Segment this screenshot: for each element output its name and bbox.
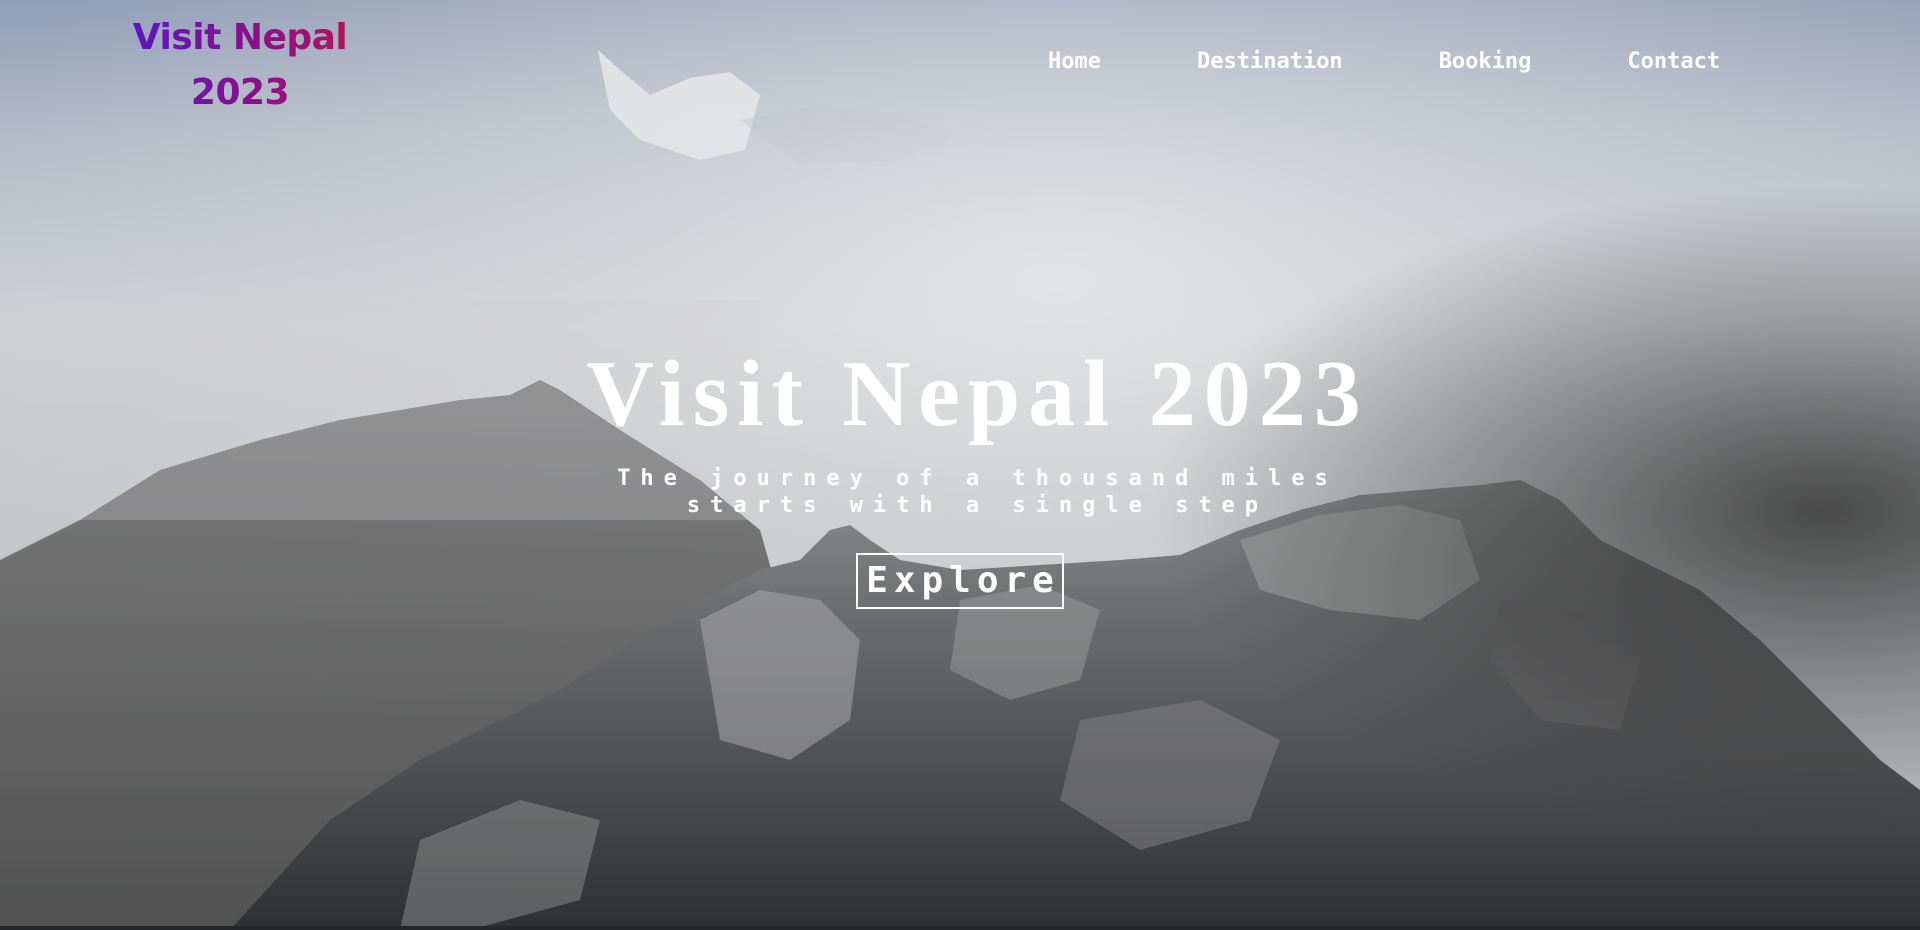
- hero-subtitle-line-1: The journey of a thousand miles: [617, 466, 1338, 491]
- brand-name: Visit Nepal: [132, 17, 348, 58]
- hero-title: Visit Nepal 2023: [586, 342, 1369, 446]
- page-bottom-edge: [0, 926, 1920, 930]
- brand-year: 2023: [190, 72, 290, 113]
- hero-subtitle: The journey of a thousand miles starts w…: [0, 465, 1920, 519]
- nav-booking[interactable]: Booking: [1439, 46, 1532, 78]
- nav-home[interactable]: Home: [1048, 46, 1101, 78]
- hero-section: Visit Nepal 2023 Home Destination Bookin…: [0, 0, 1920, 930]
- explore-button[interactable]: Explore: [856, 553, 1064, 609]
- nav-contact[interactable]: Contact: [1627, 46, 1720, 78]
- main-nav: Home Destination Booking Contact: [1048, 46, 1720, 78]
- brand-logo[interactable]: Visit Nepal 2023: [120, 10, 360, 120]
- hero-subtitle-line-2: starts with a single step: [686, 493, 1269, 518]
- nav-destination[interactable]: Destination: [1197, 46, 1343, 78]
